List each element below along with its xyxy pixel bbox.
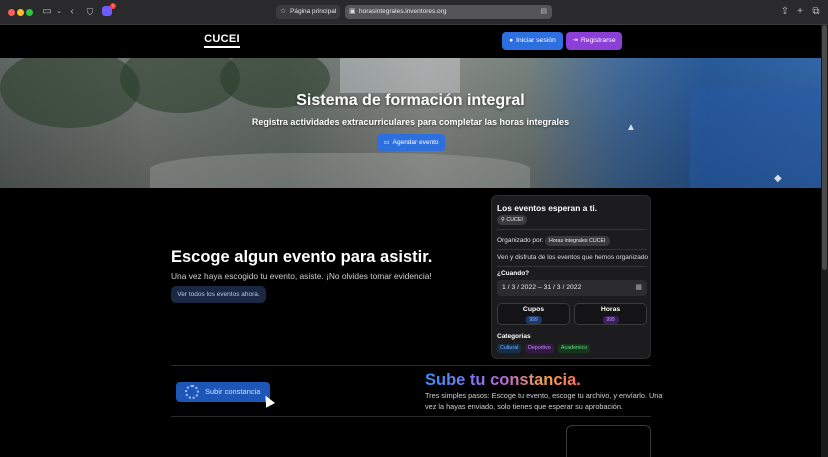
- hero-photo-path: [150, 153, 530, 188]
- site-icon: ▣: [349, 8, 356, 15]
- upload-description: Tres simples pasos: Escoge tu evento, es…: [425, 391, 663, 411]
- sidebar-icon[interactable]: ▭: [42, 6, 52, 18]
- cupos-stat: Cupos 999: [497, 303, 570, 325]
- calendar-icon: ▭: [383, 139, 390, 146]
- tab-current-label: horasintegrales.inventores.org: [359, 8, 447, 15]
- page: CUCEI ● Iniciar sesión ⇥ Registrarse ▲ ◆ S…: [0, 25, 821, 457]
- extension-icon[interactable]: 1: [102, 3, 116, 16]
- reader-icon[interactable]: ▤: [540, 5, 547, 19]
- login-button[interactable]: ● Iniciar sesión: [502, 32, 563, 50]
- date-range-field[interactable]: 1 / 3 / 2022 – 31 / 3 / 2022 ▦: [497, 280, 647, 296]
- events-heading: Escoge algun evento para asistir.: [171, 248, 433, 266]
- upload-heading: Sube tu constancia.: [425, 371, 581, 389]
- upload-certificate-label: Subir constancia: [205, 387, 261, 396]
- tab-overview-icon[interactable]: ⧉: [811, 6, 821, 18]
- cupos-value: 999: [525, 316, 542, 324]
- horas-stat: Horas 999: [574, 303, 647, 325]
- sign-in-icon: ⇥: [572, 37, 578, 44]
- tab-current[interactable]: ▣ horasintegrales.inventores.org ▤: [345, 5, 552, 19]
- schedule-event-label: Agendar evento: [392, 139, 439, 146]
- category-tag-academico[interactable]: Academico: [558, 344, 591, 353]
- event-card-title: Los eventos esperan a ti.: [497, 203, 598, 213]
- organizer-label: Organizado por:: [497, 237, 544, 244]
- date-range-value: 1 / 3 / 2022 – 31 / 3 / 2022: [502, 284, 582, 291]
- categories-label: Categorias: [497, 333, 531, 340]
- site-logo[interactable]: CUCEI: [204, 33, 240, 48]
- divider: [497, 266, 647, 267]
- user-icon: ●: [509, 37, 514, 44]
- event-description: Ven y disfruta de los eventos que hemos …: [497, 254, 649, 261]
- divider: [497, 249, 647, 250]
- when-label: ¿Cuando?: [497, 270, 530, 277]
- horas-value: 999: [602, 316, 619, 324]
- scrollbar-thumb[interactable]: [822, 25, 827, 270]
- share-icon[interactable]: ⇪: [780, 6, 790, 18]
- category-tag-deportivo[interactable]: Deportivo: [525, 344, 554, 353]
- zoom-window-button[interactable]: [26, 9, 33, 16]
- hero-photo-ornament: ◆: [774, 173, 782, 184]
- category-tag-cultural[interactable]: Cultural: [497, 344, 522, 353]
- location-pin-icon: ⚲: [501, 217, 505, 223]
- hero-photo-building: [340, 58, 460, 93]
- horas-label: Horas: [600, 306, 621, 313]
- close-window-button[interactable]: [8, 9, 15, 16]
- hero-subtitle: Registra actividades extracurriculares p…: [251, 117, 570, 127]
- location-label: CUCEI: [506, 217, 523, 223]
- mouse-cursor-icon: [261, 393, 275, 408]
- login-button-label: Iniciar sesión: [516, 37, 556, 44]
- star-icon: ☆: [280, 8, 287, 15]
- cupos-label: Cupos: [522, 306, 545, 313]
- upload-certificate-button[interactable]: Subir constancia: [176, 382, 270, 402]
- site-header: CUCEI ● Iniciar sesión ⇥ Registrarse: [0, 25, 821, 58]
- hero-title: Sistema de formación integral: [296, 92, 525, 109]
- chevron-down-icon[interactable]: ⌄: [55, 6, 63, 18]
- new-tab-icon[interactable]: +: [795, 6, 805, 18]
- loading-spinner-icon: [185, 385, 199, 399]
- calendar-icon[interactable]: ▦: [635, 280, 642, 296]
- register-button-label: Registrarse: [580, 37, 616, 44]
- back-icon[interactable]: ‹: [68, 6, 76, 18]
- organizer-chip: Horas integrales CUCEI: [545, 236, 610, 246]
- tab-home[interactable]: ☆ Página principal: [276, 5, 340, 19]
- minimize-window-button[interactable]: [17, 9, 24, 16]
- view-all-events-button[interactable]: Ver todos los eventos ahora.: [171, 286, 266, 303]
- event-card[interactable]: Los eventos esperan a ti. ⚲ CUCEI Organi…: [491, 195, 651, 359]
- section-divider: [171, 365, 651, 366]
- schedule-event-button[interactable]: ▭ Agendar evento: [377, 134, 445, 151]
- browser-toolbar: ▭ ⌄ ‹ ⛉ 1 ☆ Página principal ▣ horasinte…: [0, 0, 828, 25]
- page-scrollbar[interactable]: [821, 25, 828, 457]
- location-chip: ⚲ CUCEI: [497, 215, 527, 225]
- shield-icon[interactable]: ⛉: [85, 6, 95, 18]
- extension-badge-count: 1: [110, 3, 116, 9]
- events-subheading: Una vez haya escogido tu evento, asiste.…: [171, 271, 432, 281]
- section-divider: [171, 416, 651, 417]
- upload-card: [566, 425, 651, 457]
- tab-home-label: Página principal: [290, 8, 337, 15]
- divider: [497, 229, 647, 230]
- register-button[interactable]: ⇥ Registrarse: [566, 32, 622, 50]
- hero-banner: ▲ ◆ Sistema de formación integral Regist…: [0, 58, 821, 188]
